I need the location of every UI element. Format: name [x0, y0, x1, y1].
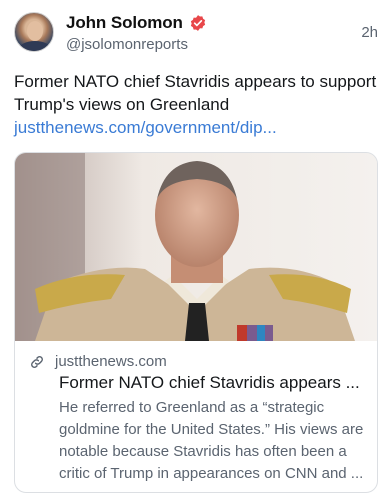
link-preview-card[interactable]: justthenews.com Former NATO chief Stavri… — [14, 152, 378, 493]
post-timestamp: 2h — [361, 24, 378, 41]
author-name[interactable]: John Solomon — [66, 13, 183, 33]
avatar-shirt — [19, 41, 51, 51]
author-name-row: John Solomon — [66, 13, 207, 33]
post-header: John Solomon @jsolomonreports 2h — [14, 12, 378, 56]
card-domain: justthenews.com — [55, 353, 167, 370]
verified-badge-icon — [189, 14, 207, 32]
card-domain-row: justthenews.com — [29, 353, 167, 370]
social-post: John Solomon @jsolomonreports 2h Former … — [0, 0, 392, 500]
link-icon — [29, 354, 45, 370]
post-link[interactable]: justthenews.com/government/dip... — [14, 116, 378, 139]
post-body: Former NATO chief Stavridis appears to s… — [14, 70, 378, 139]
author-handle[interactable]: @jsolomonreports — [66, 36, 188, 53]
news-photo — [15, 153, 377, 341]
post-text: Former NATO chief Stavridis appears to s… — [14, 72, 377, 114]
author-avatar[interactable] — [14, 12, 54, 52]
card-image — [15, 153, 377, 341]
card-title[interactable]: Former NATO chief Stavridis appears ... — [59, 373, 367, 393]
avatar-face — [27, 21, 43, 41]
card-description: He referred to Greenland as a “strategic… — [59, 399, 364, 482]
